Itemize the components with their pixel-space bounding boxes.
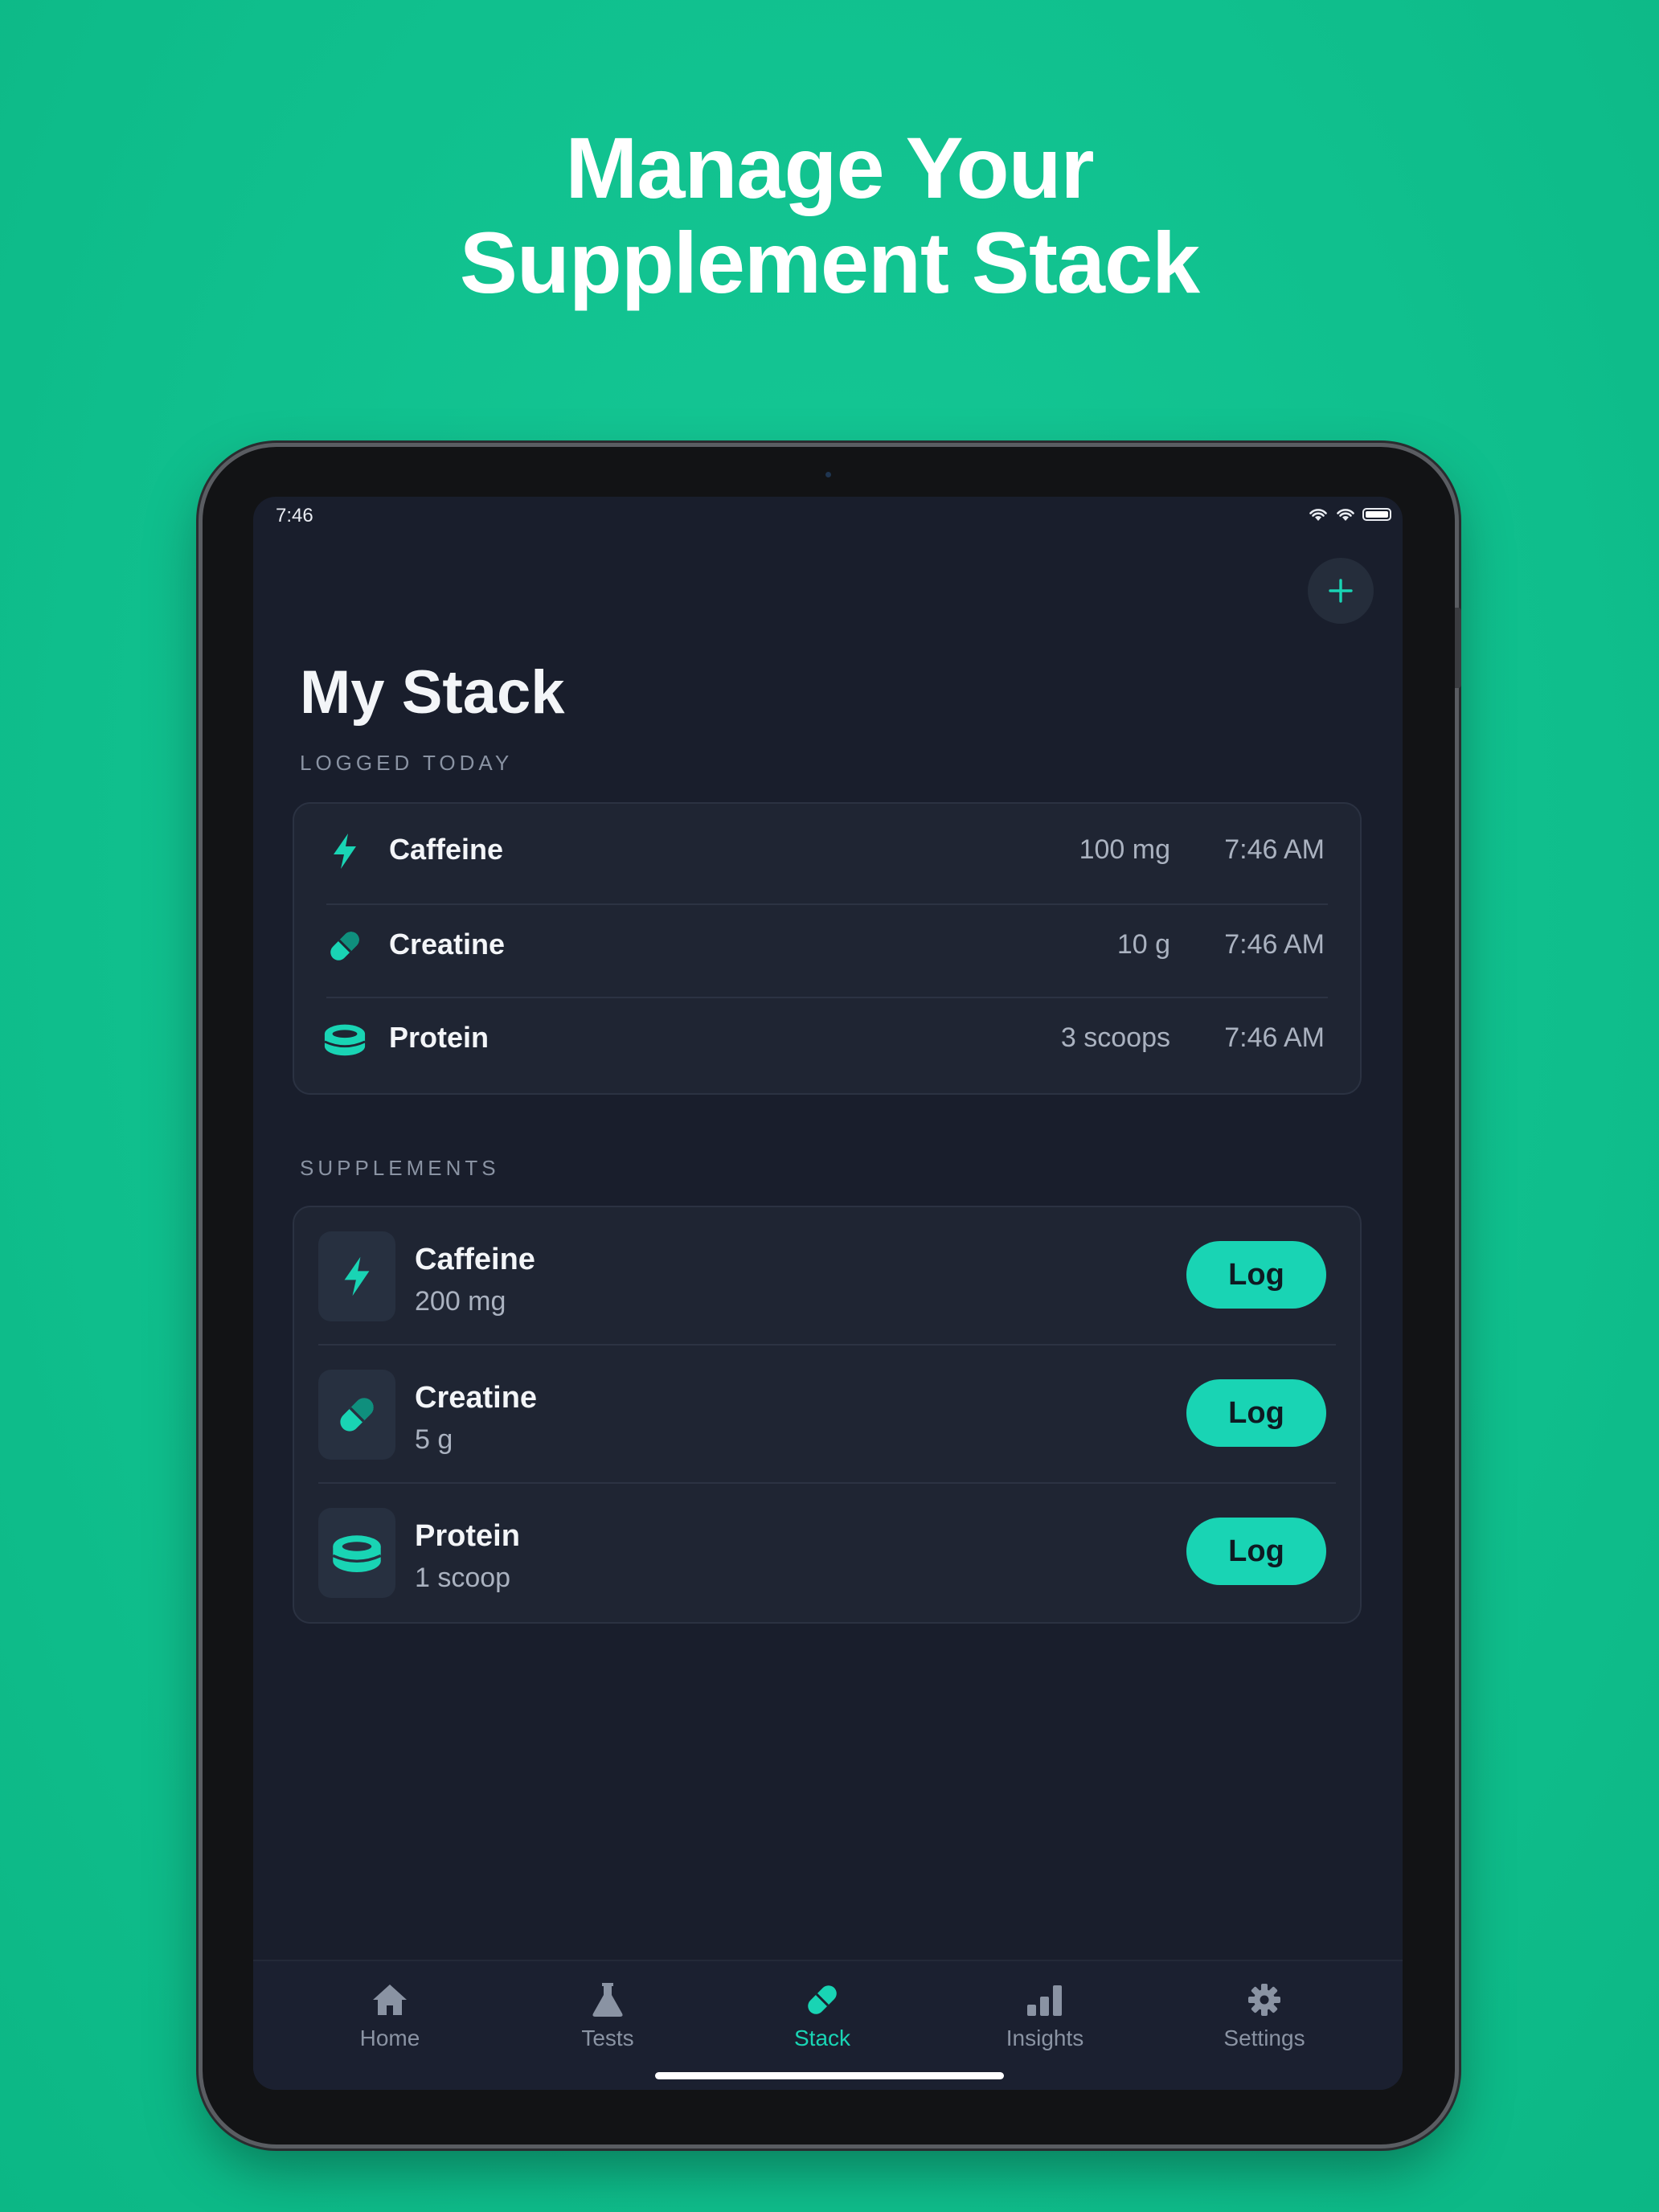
tab-settings[interactable]: Settings: [1184, 1979, 1345, 2059]
app-screen: 7:46 My Stack LOGGED TODAY Caffeine 100 …: [253, 497, 1403, 2090]
wifi-icon: [1337, 509, 1354, 521]
supplement-row-protein: Protein 1 scoop Log: [294, 1484, 1363, 1622]
log-button[interactable]: Log: [1186, 1379, 1326, 1447]
logged-row-creatine[interactable]: Creatine 10 g 7:46 AM: [294, 899, 1363, 990]
supplement-name: Protein: [415, 1519, 520, 1553]
protein-tub-icon: [318, 1508, 395, 1598]
status-time: 7:46: [276, 505, 313, 526]
supplement-row-creatine: Creatine 5 g Log: [294, 1346, 1363, 1484]
logged-today-card: Caffeine 100 mg 7:46 AM Creatine 10 g 7:…: [293, 802, 1362, 1095]
logged-row-caffeine[interactable]: Caffeine 100 mg 7:46 AM: [294, 804, 1363, 895]
protein-tub-icon: [323, 1018, 367, 1061]
logged-time: 7:46 AM: [1224, 1022, 1325, 1053]
logged-time: 7:46 AM: [1224, 929, 1325, 960]
tab-label: Stack: [793, 2026, 851, 2050]
logged-name: Caffeine: [389, 833, 504, 866]
plus-icon: [1329, 579, 1353, 603]
tab-insights[interactable]: Insights: [965, 1979, 1125, 2059]
marketing-headline: Manage Your Supplement Stack: [0, 121, 1659, 310]
tab-label: Tests: [581, 2026, 634, 2050]
logged-time: 7:46 AM: [1224, 834, 1325, 865]
capsule-icon: [318, 1370, 395, 1460]
tab-label: Insights: [1006, 2026, 1084, 2050]
tab-label: Home: [359, 2026, 420, 2050]
side-button: [1455, 608, 1461, 688]
logged-amount: 10 g: [1116, 929, 1170, 960]
supplements-label: SUPPLEMENTS: [300, 1156, 500, 1180]
supplement-name: Caffeine: [415, 1243, 535, 1276]
signal-icon: [1309, 509, 1327, 521]
supplement-row-caffeine: Caffeine 200 mg Log: [294, 1207, 1363, 1346]
bolt-icon: [318, 1231, 395, 1321]
page-title: My Stack: [300, 658, 565, 727]
tab-label: Settings: [1223, 2026, 1305, 2050]
gear-icon: [1184, 1979, 1345, 2021]
supplements-card: Caffeine 200 mg Log Creatine 5 g Log Pro…: [293, 1206, 1362, 1624]
capsule-icon: [742, 1979, 903, 2021]
bar-chart-icon: [965, 1979, 1125, 2021]
bolt-icon: [323, 830, 367, 873]
flask-icon: [527, 1979, 688, 2021]
logged-name: Creatine: [389, 928, 506, 961]
supplement-dose: 1 scoop: [415, 1563, 511, 1593]
logged-row-protein[interactable]: Protein 3 scoops 7:46 AM: [294, 992, 1363, 1083]
tab-bar: Home Tests Stack Insights Settings: [253, 1960, 1403, 2090]
headline-line-1: Manage Your: [565, 119, 1094, 216]
home-icon: [309, 1979, 470, 2021]
front-camera: [825, 472, 831, 477]
logged-name: Protein: [389, 1021, 490, 1054]
logged-today-label: LOGGED TODAY: [300, 751, 514, 775]
logged-amount: 100 mg: [1079, 834, 1170, 865]
home-indicator[interactable]: [655, 2072, 1004, 2079]
headline-line-2: Supplement Stack: [459, 214, 1200, 311]
status-icons: [1308, 506, 1391, 522]
add-supplement-button[interactable]: [1308, 558, 1374, 624]
tab-tests[interactable]: Tests: [527, 1979, 688, 2059]
supplement-name: Creatine: [415, 1381, 538, 1415]
capsule-icon: [323, 924, 367, 968]
tab-stack[interactable]: Stack: [742, 1979, 903, 2059]
log-button[interactable]: Log: [1186, 1518, 1326, 1585]
supplement-dose: 200 mg: [415, 1286, 506, 1317]
supplement-dose: 5 g: [415, 1424, 453, 1455]
battery-icon: [1362, 508, 1391, 521]
tab-home[interactable]: Home: [309, 1979, 470, 2059]
log-button[interactable]: Log: [1186, 1241, 1326, 1309]
logged-amount: 3 scoops: [1060, 1022, 1170, 1053]
